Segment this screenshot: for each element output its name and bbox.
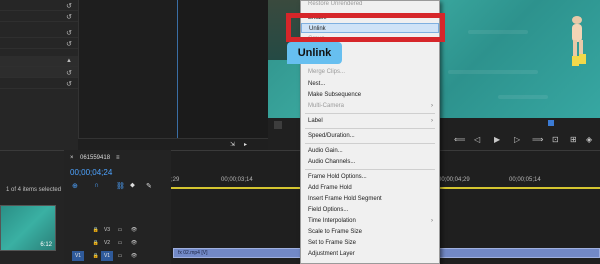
- project-panel: 1 of 4 items selected 6:12: [0, 150, 64, 264]
- effect-row: ↺: [0, 27, 78, 38]
- sequence-tab[interactable]: 061559418: [80, 155, 110, 161]
- reset-icon[interactable]: ↺: [66, 13, 72, 21]
- menu-item-restore-unrendered[interactable]: Restore Unrendered: [301, 0, 439, 9]
- reset-icon[interactable]: ↺: [66, 2, 72, 10]
- insert-sequence-icon[interactable]: ⊕: [72, 182, 78, 190]
- track-label[interactable]: V2: [101, 238, 113, 248]
- menu-item-field-options[interactable]: Field Options...: [301, 205, 439, 215]
- effect-row: ↺: [0, 67, 78, 78]
- track-row-v1: V1 🔒 V1 ▭ 👁: [64, 251, 171, 262]
- track-label[interactable]: V1: [101, 251, 113, 261]
- frame-back-icon[interactable]: ◁: [474, 135, 480, 144]
- selection-count: 1 of 4 items selected: [6, 187, 62, 193]
- track-row-v2: 🔒 V2 ▭ 👁: [64, 238, 171, 249]
- collapse-icon[interactable]: ▲: [66, 58, 72, 64]
- menu-item-add-frame-hold[interactable]: Add Frame Hold: [301, 183, 439, 193]
- source-patch-v1[interactable]: V1: [72, 251, 84, 261]
- step-back-icon[interactable]: ⟸: [454, 135, 465, 144]
- marker-icon[interactable]: [274, 121, 282, 129]
- effect-row: ↺: [0, 78, 78, 89]
- highlight-box: [286, 13, 445, 42]
- unlink-callout: Unlink: [287, 42, 342, 64]
- ruler-label: 00;00;03;14: [221, 177, 253, 183]
- ruler-label: ;29: [171, 177, 180, 183]
- menu-item-adjustment-layer[interactable]: Adjustment Layer: [301, 249, 439, 259]
- vr-icon[interactable]: ◈: [586, 135, 592, 144]
- panel-menu-icon[interactable]: ≡: [116, 155, 120, 161]
- reset-icon[interactable]: ↺: [66, 80, 72, 88]
- menu-item-frame-hold-options[interactable]: Frame Hold Options...: [301, 172, 439, 182]
- effect-keyframe-area: [78, 0, 178, 150]
- submenu-arrow-icon: ›: [431, 103, 433, 109]
- export-frame-icon[interactable]: ⊡: [552, 135, 559, 144]
- swimmer-figure: [572, 16, 586, 66]
- menu-item-label[interactable]: Label ›: [301, 116, 439, 126]
- sync-lock-icon[interactable]: ▭: [114, 225, 126, 235]
- effect-row: ↺: [0, 0, 78, 11]
- sequence-close-icon[interactable]: ×: [70, 155, 74, 161]
- effect-keyframe-area-right: [178, 0, 268, 150]
- clip-thumbnail[interactable]: 6:12: [0, 205, 56, 251]
- effect-row: ↺: [0, 11, 78, 22]
- effect-row: ▲: [0, 56, 78, 67]
- add-marker-icon[interactable]: ⬥: [130, 182, 135, 190]
- frame-forward-icon[interactable]: ▷: [514, 135, 520, 144]
- menu-separator: [305, 169, 435, 170]
- menu-item-nest[interactable]: Nest...: [301, 79, 439, 89]
- water-ripple: [498, 95, 548, 99]
- menu-item-make-subsequence[interactable]: Make Subsequence: [301, 90, 439, 100]
- water-ripple: [468, 30, 528, 34]
- menu-separator: [305, 143, 435, 144]
- menu-item-scale-to-frame-size[interactable]: Scale to Frame Size: [301, 227, 439, 237]
- linked-selection-icon[interactable]: ⛓: [116, 182, 125, 190]
- ruler-label: 00;00;04;29: [438, 177, 470, 183]
- clip-label: fx 02.mp4 [V]: [178, 250, 208, 256]
- export-frame-icon[interactable]: ⇲: [230, 141, 235, 148]
- menu-item-speed-duration[interactable]: Speed/Duration...: [301, 131, 439, 141]
- reset-icon[interactable]: ↺: [66, 69, 72, 77]
- eye-icon[interactable]: 👁: [128, 251, 140, 261]
- menu-item-time-interpolation[interactable]: Time Interpolation ›: [301, 216, 439, 226]
- step-forward-icon[interactable]: ⟹: [532, 135, 543, 144]
- menu-item-audio-channels[interactable]: Audio Channels...: [301, 157, 439, 167]
- eye-icon[interactable]: 👁: [128, 225, 140, 235]
- submenu-arrow-icon: ›: [431, 218, 433, 224]
- track-row-v3: 🔒 V3 ▭ 👁: [64, 225, 171, 236]
- submenu-arrow-icon: ›: [431, 118, 433, 124]
- menu-item-insert-frame-hold-segment[interactable]: Insert Frame Hold Segment: [301, 194, 439, 204]
- menu-item-set-to-frame-size[interactable]: Set to Frame Size: [301, 238, 439, 248]
- playhead-marker-icon[interactable]: [548, 120, 554, 126]
- reset-icon[interactable]: ↺: [66, 29, 72, 37]
- effect-row: ↺: [0, 38, 78, 49]
- thumb-duration: 6:12: [40, 242, 52, 248]
- menu-item-multi-camera[interactable]: Multi-Camera ›: [301, 101, 439, 111]
- play-button[interactable]: ▶: [494, 135, 500, 144]
- sync-lock-icon[interactable]: ▭: [114, 251, 126, 261]
- menu-separator: [305, 128, 435, 129]
- menu-item-merge-clips[interactable]: Merge Clips...: [301, 67, 439, 77]
- menu-item-audio-gain[interactable]: Audio Gain...: [301, 146, 439, 156]
- snap-icon[interactable]: ∩: [94, 182, 99, 189]
- ruler-label: 00;00;05;14: [509, 177, 541, 183]
- timecode-display[interactable]: 00;00;04;24: [70, 168, 112, 177]
- safe-margins-icon[interactable]: ⊞: [570, 135, 577, 144]
- settings-wrench-icon[interactable]: ✎: [146, 182, 152, 190]
- timeline-track-headers: × 061559418 ≡ 00;00;04;24 ⊕ ∩ ⛓ ⬥ ✎ 🔒 V3…: [64, 150, 171, 264]
- effect-controls-panel: ↺ ↺ ↺ ↺ ▲ ↺ ↺: [0, 0, 78, 150]
- play-icon[interactable]: ▸: [244, 141, 247, 148]
- eye-icon[interactable]: 👁: [128, 238, 140, 248]
- effect-controls-footer: ⇲ ▸: [78, 138, 268, 150]
- reset-icon[interactable]: ↺: [66, 40, 72, 48]
- sync-lock-icon[interactable]: ▭: [114, 238, 126, 248]
- menu-separator: [305, 113, 435, 114]
- track-label[interactable]: V3: [101, 225, 113, 235]
- water-ripple: [448, 70, 538, 74]
